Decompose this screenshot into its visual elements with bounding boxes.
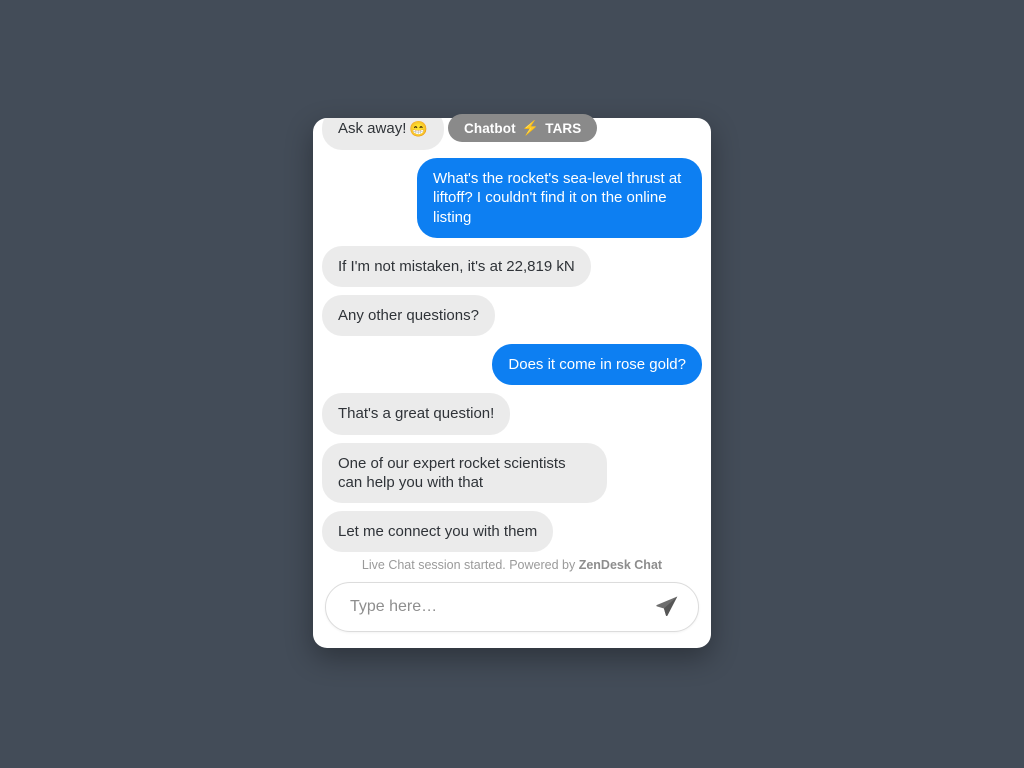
message-text: Ask away! (338, 120, 407, 137)
bot-message-bubble: If I'm not mistaken, it's at 22,819 kN (322, 245, 591, 287)
message-input[interactable] (348, 597, 650, 617)
session-status-note: Live Chat session started. Powered by Ze… (313, 552, 711, 582)
message-row: Any other questions? (322, 294, 702, 337)
message-list[interactable]: Ask away! 😁 What's the rocket's sea-level … (313, 118, 711, 552)
message-text: Does it come in rose gold? (508, 356, 686, 374)
bot-message-bubble: Any other questions? (322, 294, 495, 337)
message-text: What's the rocket's sea-level thrust at … (433, 170, 682, 226)
message-text: That's a great question! (338, 405, 495, 423)
message-row: What's the rocket's sea-level thrust at … (322, 158, 702, 238)
user-message-bubble: Does it come in rose gold? (492, 344, 702, 386)
bot-message-bubble: Let me connect you with them (322, 510, 554, 552)
message-row: If I'm not mistaken, it's at 22,819 kN (322, 245, 702, 287)
send-button[interactable] (650, 590, 684, 624)
message-text: Any other questions? (338, 306, 479, 324)
message-text: If I'm not mistaken, it's at 22,819 kN (338, 257, 575, 275)
composer-pill[interactable] (325, 582, 699, 632)
message-row: Let me connect you with them (322, 510, 702, 552)
lightning-bolt-icon: ⚡ (521, 119, 540, 136)
grinning-face-emoji: 😁 (409, 121, 429, 138)
message-row: That's a great question! (322, 393, 702, 435)
agent-badge: Chatbot ⚡ TARS (448, 114, 598, 142)
session-note-text: Live Chat session started. Powered by (361, 558, 579, 572)
bot-message-bubble: Ask away! 😁 (322, 118, 445, 151)
message-row: Does it come in rose gold? (322, 344, 702, 386)
bot-message-bubble: One of our expert rocket scientists can … (322, 442, 607, 503)
bot-message-bubble: That's a great question! (322, 393, 511, 435)
message-text: Let me connect you with them (338, 522, 538, 540)
chat-widget: Ask away! 😁 What's the rocket's sea-level … (313, 118, 711, 648)
agent-badge-prefix: Chatbot (464, 120, 516, 136)
message-row: One of our expert rocket scientists can … (322, 442, 702, 503)
composer (313, 582, 711, 648)
send-paper-plane-icon (656, 596, 678, 617)
message-text: One of our expert rocket scientists can … (338, 454, 566, 491)
agent-badge-name: TARS (545, 120, 582, 136)
session-note-brand: ZenDesk Chat (578, 558, 663, 572)
user-message-bubble: What's the rocket's sea-level thrust at … (417, 158, 702, 238)
